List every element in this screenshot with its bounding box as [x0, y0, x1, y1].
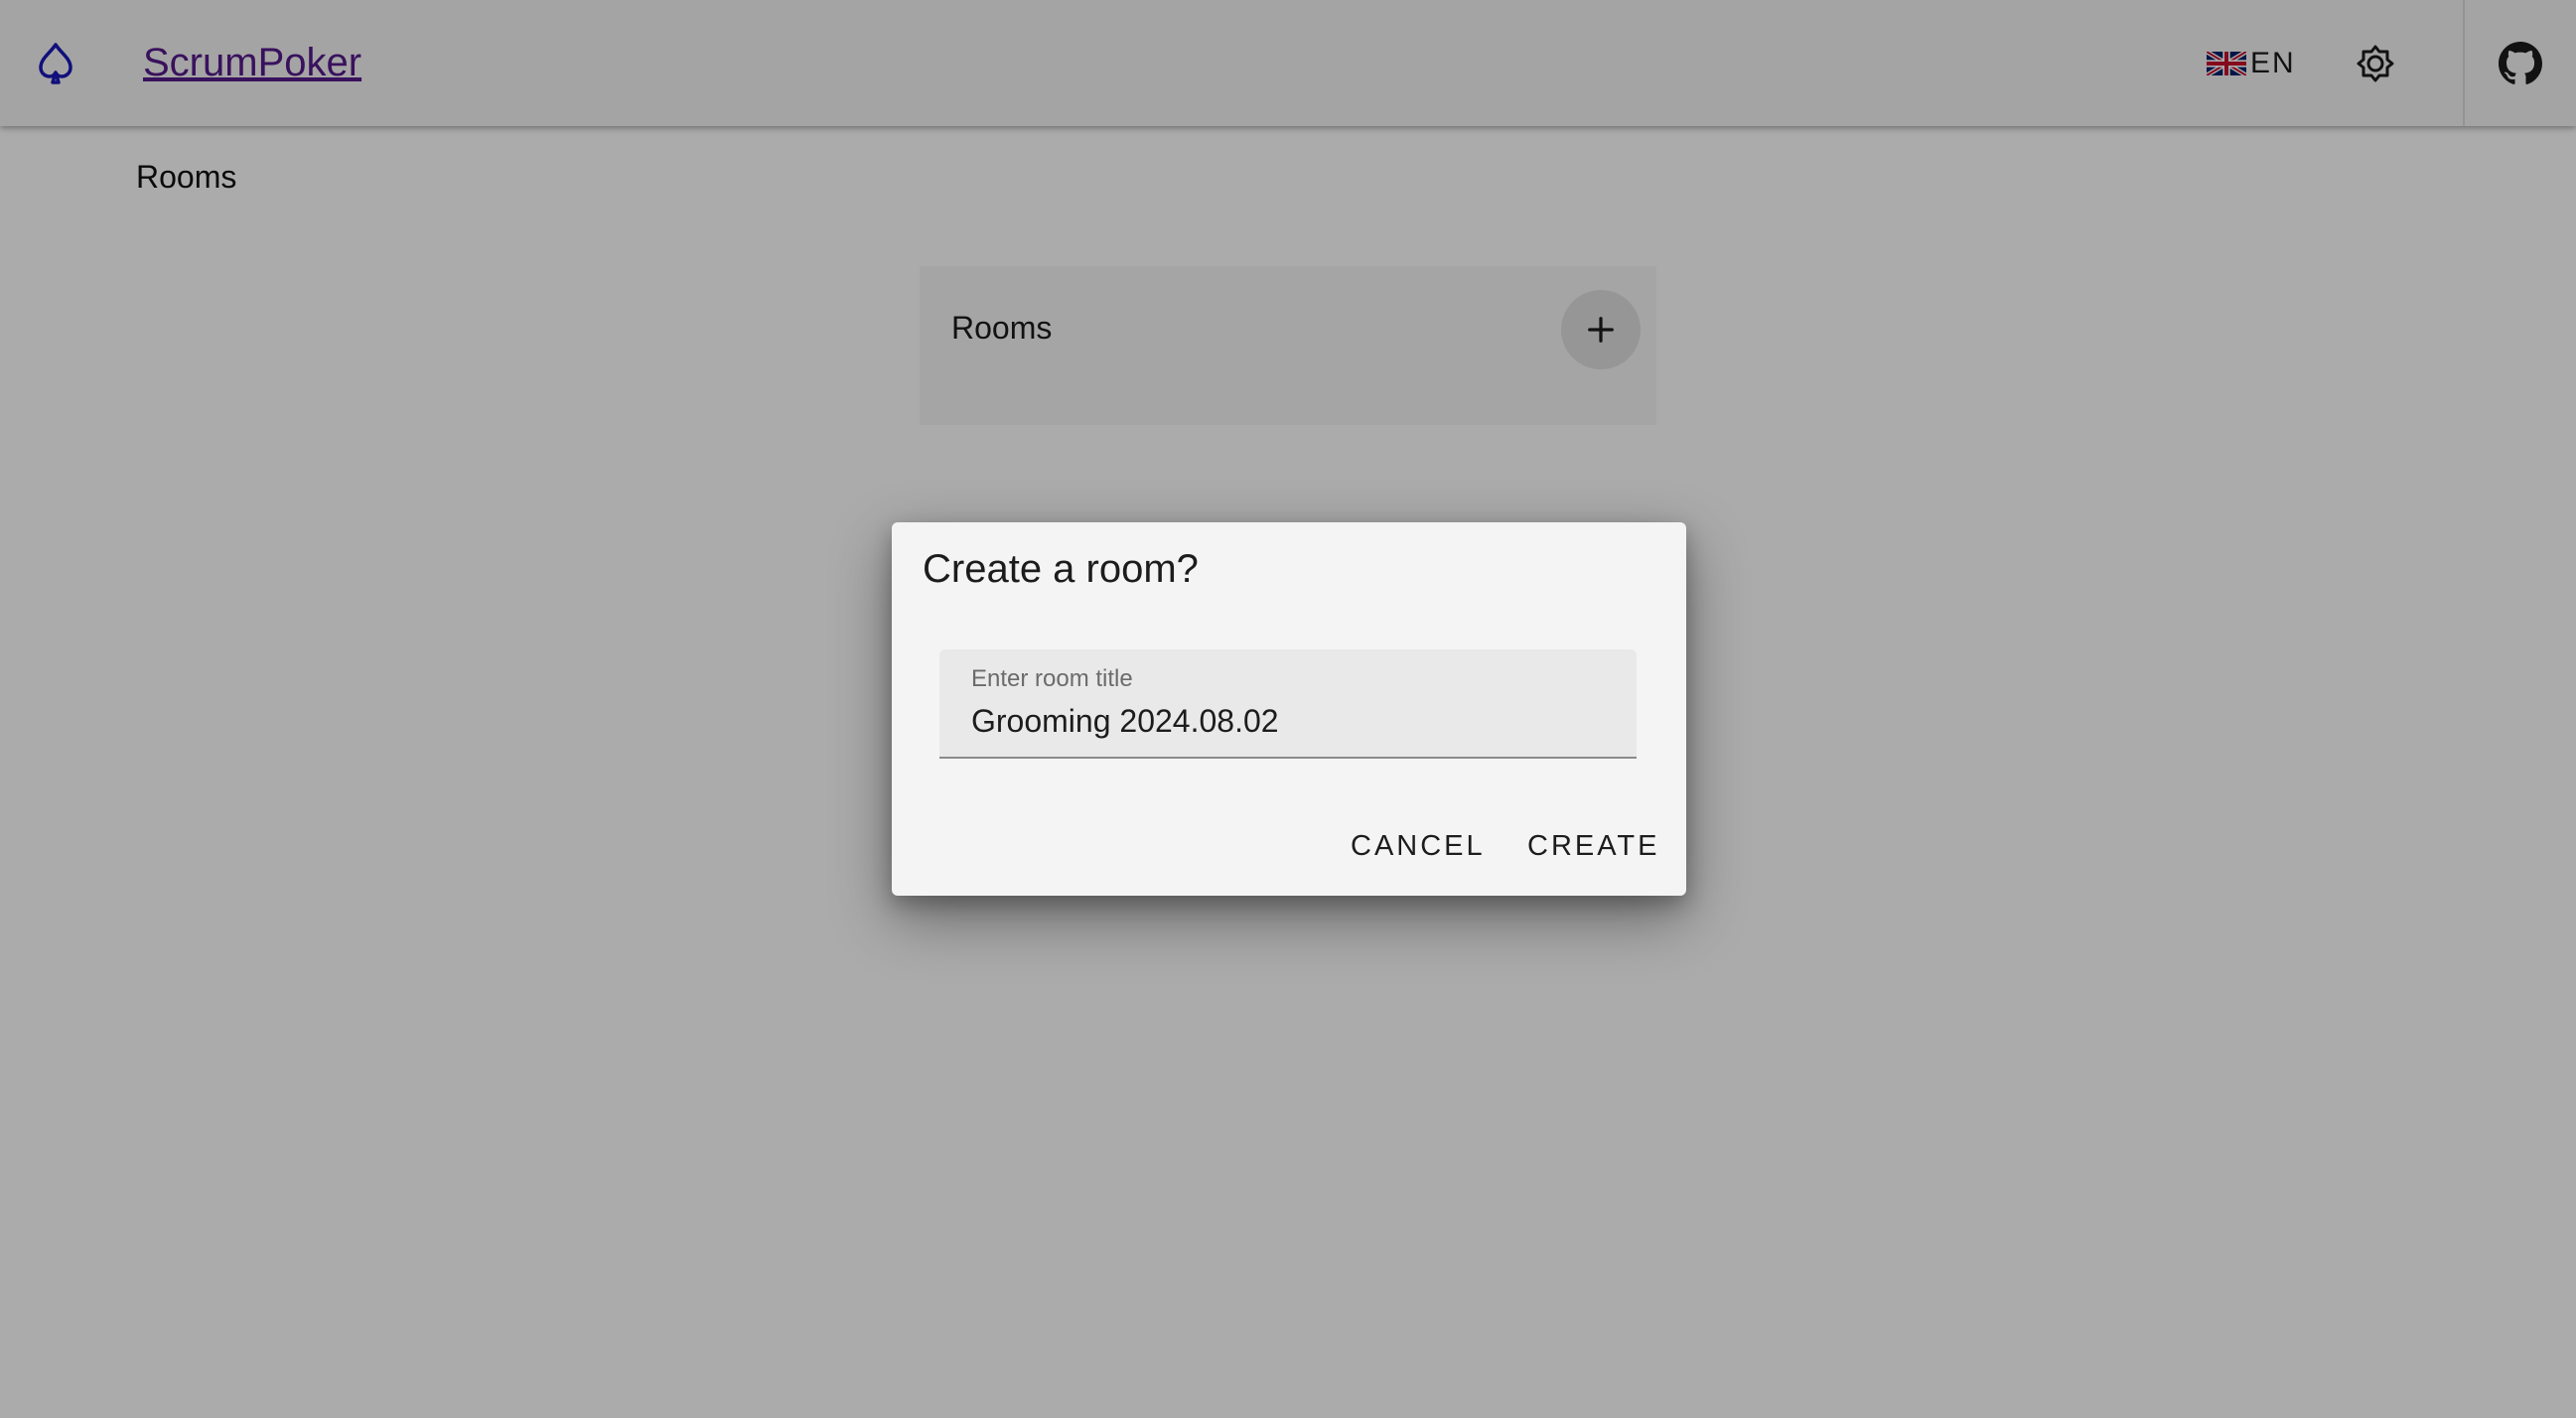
create-room-dialog: Create a room? Enter room title CANCEL C… — [892, 522, 1686, 896]
cancel-button[interactable]: CANCEL — [1341, 820, 1496, 872]
dialog-title: Create a room? — [923, 547, 1199, 591]
room-title-label: Enter room title — [971, 665, 1133, 692]
create-button[interactable]: CREATE — [1517, 820, 1669, 872]
room-title-field[interactable]: Enter room title — [939, 649, 1637, 759]
room-title-input[interactable] — [971, 701, 1607, 741]
